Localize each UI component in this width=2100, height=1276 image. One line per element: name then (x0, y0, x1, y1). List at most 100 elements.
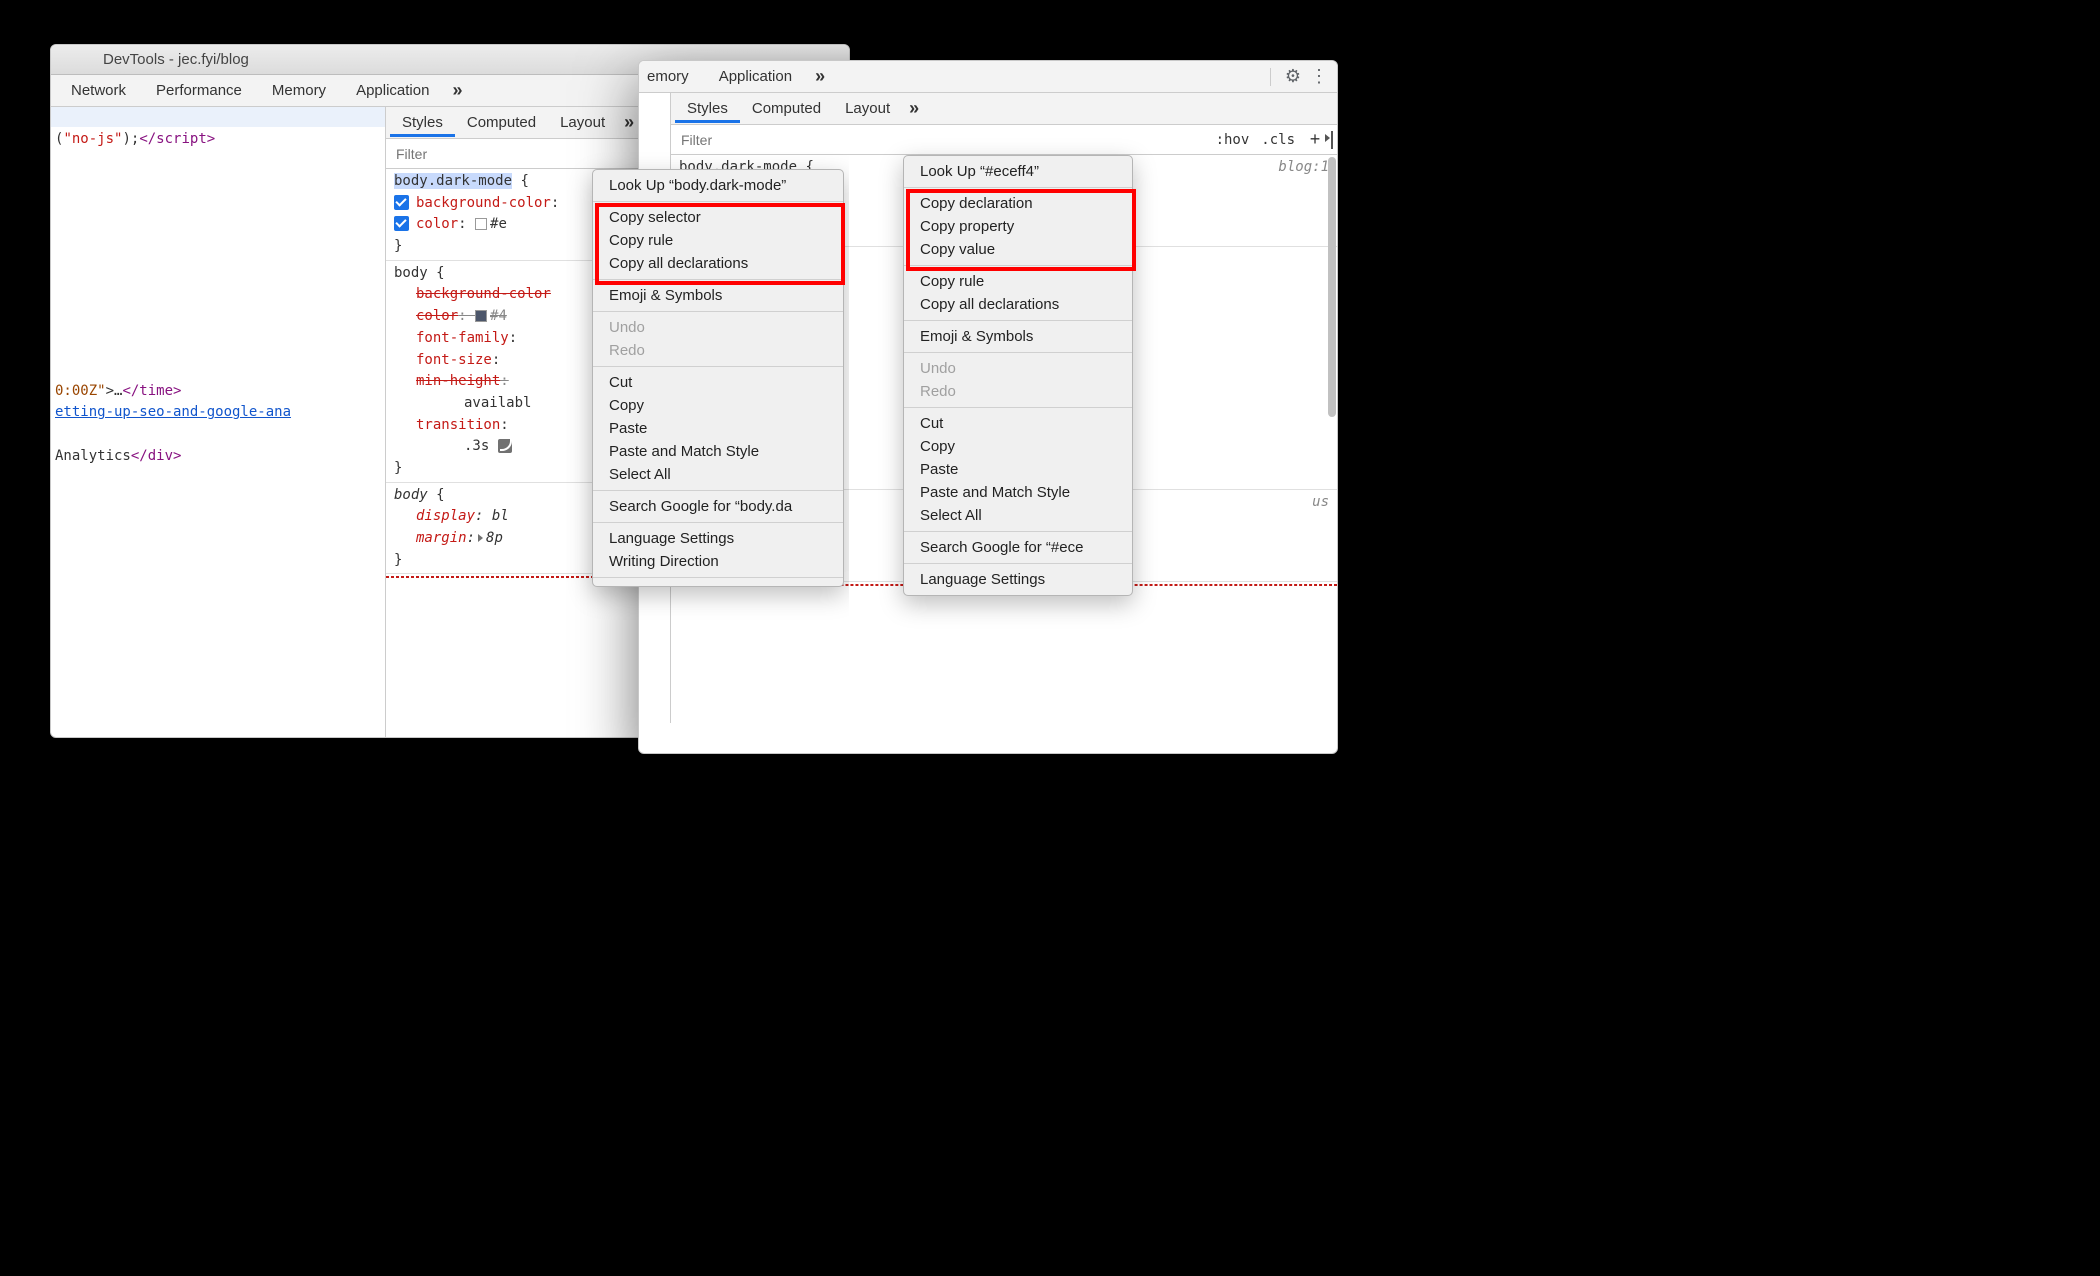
menu-redo: Redo (593, 339, 843, 362)
menu-language-settings[interactable]: Language Settings (904, 568, 1132, 591)
menu-copy-rule[interactable]: Copy rule (593, 229, 843, 252)
css-prop[interactable]: color (416, 308, 458, 324)
cls-toggle[interactable]: .cls (1257, 132, 1299, 148)
menu-separator (904, 531, 1132, 532)
menu-cut[interactable]: Cut (904, 412, 1132, 435)
tab-application[interactable]: Application (705, 64, 806, 89)
tab-layout[interactable]: Layout (833, 94, 902, 123)
menu-paste[interactable]: Paste (593, 417, 843, 440)
css-prop[interactable]: margin (416, 530, 467, 546)
more-tabs-icon[interactable] (808, 64, 832, 88)
menu-copy[interactable]: Copy (904, 435, 1132, 458)
css-prop[interactable]: background-color (416, 195, 551, 211)
gear-icon[interactable] (1281, 65, 1305, 89)
css-prop[interactable]: color (416, 216, 458, 232)
menu-separator (904, 352, 1132, 353)
css-prop[interactable]: min-height (416, 373, 500, 389)
bezier-icon[interactable] (498, 439, 512, 453)
time-attr: 0:00Z" (55, 383, 106, 399)
menu-paste-match[interactable]: Paste and Match Style (904, 481, 1132, 504)
menu-copy-value[interactable]: Copy value (904, 238, 1132, 261)
tab-computed[interactable]: Computed (740, 94, 833, 123)
menu-separator (593, 490, 843, 491)
css-selector[interactable]: body (394, 265, 428, 281)
menu-search-google[interactable]: Search Google for “body.da (593, 495, 843, 518)
menu-copy[interactable]: Copy (593, 394, 843, 417)
tab-memory[interactable]: emory (645, 64, 703, 89)
divider (1270, 68, 1271, 86)
checkbox-icon[interactable] (394, 216, 409, 231)
selector-selected[interactable]: body.dark-mode (394, 173, 512, 189)
menu-copy-all-declarations[interactable]: Copy all declarations (593, 252, 843, 275)
menu-undo: Undo (593, 316, 843, 339)
tab-network[interactable]: Network (57, 78, 140, 103)
css-prop[interactable]: display (416, 508, 475, 524)
menu-copy-selector[interactable]: Copy selector (593, 206, 843, 229)
rule-source[interactable]: blog:1 (1278, 157, 1329, 179)
window-title: DevTools - jec.fyi/blog (103, 51, 249, 68)
menu-separator (593, 577, 843, 578)
menu-undo: Undo (904, 357, 1132, 380)
css-prop[interactable]: font-size (416, 352, 492, 368)
css-prop[interactable]: font-family (416, 330, 509, 346)
tab-layout[interactable]: Layout (548, 108, 617, 137)
menu-select-all[interactable]: Select All (904, 504, 1132, 527)
checkbox-icon[interactable] (394, 195, 409, 210)
menu-separator (593, 522, 843, 523)
more-styles-tabs-icon[interactable] (902, 97, 926, 121)
color-swatch-icon[interactable] (475, 310, 487, 322)
tab-performance[interactable]: Performance (142, 78, 256, 103)
elements-panel[interactable]: ("no-js");</script> 0:00Z">…</time> etti… (51, 107, 386, 737)
hov-toggle[interactable]: :hov (1212, 132, 1254, 148)
elements-link[interactable]: etting-up-seo-and-google-ana (55, 404, 291, 420)
rule-source[interactable]: us (1312, 492, 1329, 514)
menu-separator (904, 187, 1132, 188)
filter-input[interactable] (675, 132, 1208, 148)
context-menu: Look Up “#eceff4” Copy declaration Copy … (903, 155, 1133, 596)
tab-application[interactable]: Application (342, 78, 443, 103)
menu-emoji[interactable]: Emoji & Symbols (904, 325, 1132, 348)
more-tabs-icon[interactable] (445, 78, 469, 102)
menu-paste-match[interactable]: Paste and Match Style (593, 440, 843, 463)
plus-icon[interactable] (1303, 128, 1327, 152)
color-swatch-icon[interactable] (475, 218, 487, 230)
menu-separator (904, 407, 1132, 408)
filter-row: :hov .cls (671, 125, 1337, 155)
css-selector[interactable]: body (394, 487, 428, 503)
menu-emoji[interactable]: Emoji & Symbols (593, 284, 843, 307)
tab-memory[interactable]: Memory (258, 78, 340, 103)
tab-computed[interactable]: Computed (455, 108, 548, 137)
menu-copy-all-declarations[interactable]: Copy all declarations (904, 293, 1132, 316)
tab-styles[interactable]: Styles (390, 108, 455, 137)
menu-separator (904, 563, 1132, 564)
css-prop[interactable]: transition (416, 417, 500, 433)
kebab-icon[interactable] (1307, 65, 1331, 89)
script-close-tag: </script (139, 131, 206, 147)
menu-cut[interactable]: Cut (593, 371, 843, 394)
tab-styles[interactable]: Styles (675, 94, 740, 123)
menu-search-google[interactable]: Search Google for “#ece (904, 536, 1132, 559)
menu-separator (593, 311, 843, 312)
toggle-pane-icon[interactable] (1331, 132, 1333, 148)
menu-select-all[interactable]: Select All (593, 463, 843, 486)
css-prop[interactable]: background-color (416, 286, 551, 302)
menu-writing-direction[interactable]: Writing Direction (593, 550, 843, 573)
menu-separator (904, 265, 1132, 266)
menu-redo: Redo (904, 380, 1132, 403)
scrollbar-thumb[interactable] (1328, 157, 1336, 417)
menu-copy-rule[interactable]: Copy rule (904, 270, 1132, 293)
menu-separator (593, 366, 843, 367)
menu-paste[interactable]: Paste (904, 458, 1132, 481)
menu-copy-property[interactable]: Copy property (904, 215, 1132, 238)
menu-separator (904, 320, 1132, 321)
menu-separator (593, 201, 843, 202)
menu-language-settings[interactable]: Language Settings (593, 527, 843, 550)
expand-icon[interactable] (478, 534, 483, 542)
menu-copy-declaration[interactable]: Copy declaration (904, 192, 1132, 215)
selected-element-bar[interactable] (51, 107, 385, 127)
menu-lookup[interactable]: Look Up “body.dark-mode” (593, 174, 843, 197)
menu-lookup[interactable]: Look Up “#eceff4” (904, 160, 1132, 183)
menu-separator (593, 279, 843, 280)
context-menu: Look Up “body.dark-mode” Copy selector C… (592, 169, 844, 587)
styles-tabs: Styles Computed Layout (671, 93, 1337, 125)
